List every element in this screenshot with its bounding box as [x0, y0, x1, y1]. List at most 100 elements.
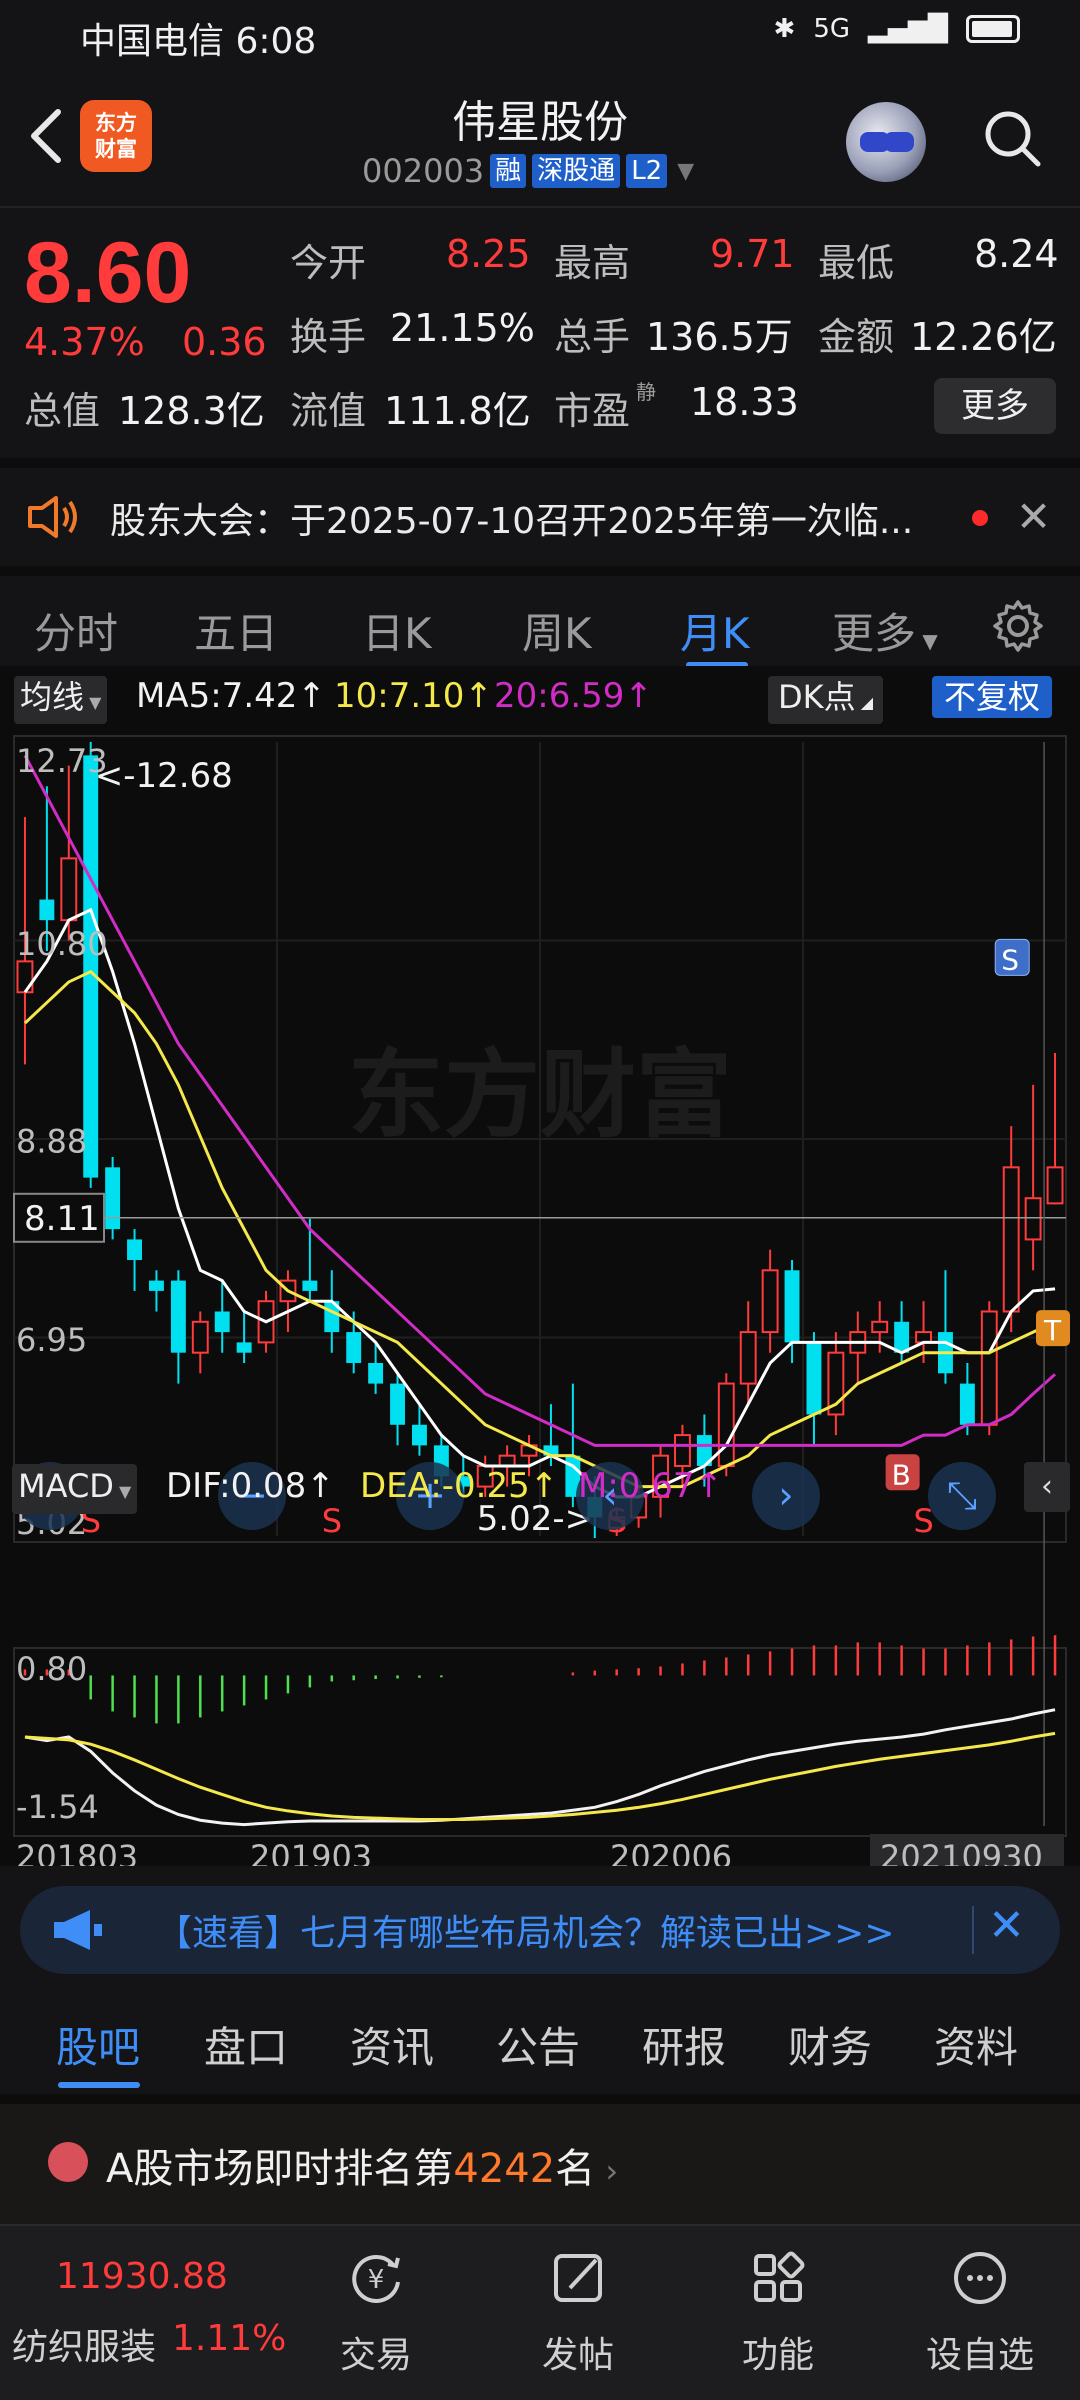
kline-chart-area[interactable]: 均线 ▼ MA5:7.42↑ 10:7.10↑ 20:6.59↑ DK点 ◢ 不… [0, 666, 1080, 1866]
candle-body-down [412, 1424, 427, 1446]
nav-add-watchlist-label: 设自选 [925, 2335, 1034, 2376]
candle-body-down [127, 1239, 142, 1261]
candle-body-down [83, 755, 99, 1178]
sector-change-pct: 1.11% [172, 2318, 287, 2359]
stock-code-row[interactable]: 002003 融 深股通 L2 ▼ [362, 152, 694, 190]
x-axis-label: 201903 [250, 1838, 372, 1866]
edit-icon [554, 2254, 602, 2302]
candle-body-down [149, 1280, 164, 1291]
banner-text: 【速看】七月有哪些布局机会？解读已出>>> [156, 1913, 895, 1954]
collapse-chevron-icon[interactable]: ‹ [1024, 1462, 1070, 1512]
grid-icon [754, 2251, 805, 2302]
nav-trade-label: 交易 [339, 2335, 412, 2376]
float-cap-label: 流值 [290, 389, 367, 433]
open-value: 8.25 [446, 232, 531, 276]
rank-text: A股市场即时排名第4242名 › [106, 2136, 618, 2194]
stock-code: 002003 [362, 152, 485, 190]
candle-body-up [915, 1331, 932, 1344]
nav-function-button[interactable]: 功能 [708, 2246, 848, 2378]
caret-down-icon: ▼ [113, 1482, 132, 1501]
watermark-text: 东方财富 [348, 1039, 732, 1151]
low-value: 8.24 [974, 232, 1059, 276]
tab-guba[interactable]: 股吧 [56, 2014, 140, 2075]
tab-pankou[interactable]: 盘口 [204, 2014, 288, 2075]
candle-body-up [60, 857, 78, 922]
close-icon[interactable]: ✕ [1016, 492, 1051, 541]
buy-badge-label: B [892, 1458, 911, 1491]
tag-margin: 融 [490, 154, 527, 188]
amount-label: 金额 [818, 315, 895, 359]
candle-body-up [498, 1454, 516, 1467]
tab-more[interactable]: 更多 ▼ [832, 600, 938, 661]
close-icon[interactable]: ✕ [988, 1900, 1025, 1951]
high-price-marker: <-12.68 [95, 756, 233, 796]
candle-body-down [390, 1383, 405, 1425]
rank-chart-icon [48, 2142, 88, 2182]
tab-profile[interactable]: 资料 [934, 2014, 1018, 2075]
candle-body-up [761, 1269, 779, 1334]
macd-mode-dropdown[interactable]: MACD ▼ [12, 1464, 138, 1514]
volume-value: 136.5万 [646, 315, 793, 359]
pe-value: 18.33 [690, 380, 799, 424]
crosshair-price-label: 8.11 [24, 1199, 100, 1239]
tab-intraday[interactable]: 分时 [34, 600, 118, 661]
gear-icon[interactable] [990, 598, 1046, 654]
sector-index-button[interactable]: 11930.88 纺织服装 1.11% [0, 2226, 290, 2400]
float-cap-value: 111.8亿 [384, 389, 531, 433]
price-axis-label: 8.88 [16, 1122, 87, 1160]
candle-body-down [959, 1383, 975, 1425]
volume-label: 总手 [554, 315, 631, 359]
notice-text: 股东大会：于2025-07-10召开2025年第一次临... [110, 501, 914, 542]
market-cap-value: 128.3亿 [118, 389, 265, 433]
candle-body-up [717, 1382, 735, 1467]
tab-daily-k[interactable]: 日K [362, 600, 432, 661]
bottom-nav: 11930.88 纺织服装 1.11% ¥ 交易 发帖 功能 设自选 [0, 2224, 1080, 2400]
candle-body-down [368, 1362, 384, 1384]
search-icon[interactable] [980, 106, 1044, 170]
sector-index-value: 11930.88 [56, 2256, 228, 2297]
tab-news[interactable]: 资讯 [350, 2014, 434, 2075]
tab-announcements[interactable]: 公告 [496, 2014, 580, 2075]
robot-assistant-icon[interactable] [846, 102, 926, 182]
tab-five-day[interactable]: 五日 [194, 600, 278, 661]
rank-row[interactable]: A股市场即时排名第4242名 › [0, 2094, 1080, 2224]
macd-panel-frame [13, 1647, 1067, 1837]
no-adjust-button[interactable]: 不复权 [932, 676, 1053, 718]
network-5g-label: 5G [813, 14, 851, 44]
speaker-icon [28, 496, 77, 538]
change-percent: 4.37% [24, 320, 145, 364]
candle-body-down [806, 1342, 822, 1415]
tag-l2: L2 [626, 154, 668, 188]
dk-point-button[interactable]: DK点 ◢ [768, 676, 884, 724]
nav-post-button[interactable]: 发帖 [508, 2246, 648, 2378]
ma-mode-dropdown[interactable]: 均线 ▼ [14, 676, 108, 724]
kline-svg[interactable]: 东方财富12.7310.808.886.955.028.11<-12.685.0… [0, 728, 1080, 1866]
candle-body-up [1002, 1166, 1020, 1313]
dea-line [24, 1731, 1056, 1822]
corner-triangle-icon: ◢ [855, 693, 874, 712]
banner-divider [972, 1906, 974, 1954]
nav-add-watchlist-button[interactable]: 设自选 [910, 2246, 1050, 2378]
tab-weekly-k[interactable]: 周K [522, 600, 592, 661]
unread-dot [972, 510, 988, 526]
active-tab-indicator [58, 2082, 140, 2088]
m-legend: M:0.67↑ [578, 1466, 723, 1506]
sell-signal-marker: S [322, 1502, 342, 1540]
candle-body-up [674, 1434, 691, 1467]
promo-banner[interactable]: 【速看】七月有哪些布局机会？解读已出>>> ✕ [20, 1886, 1060, 1974]
notice-bar[interactable]: 股东大会：于2025-07-10召开2025年第一次临... ✕ [0, 458, 1080, 558]
price-axis-label: 6.95 [16, 1321, 87, 1359]
chevron-right-icon: › [595, 2152, 619, 2190]
tab-monthly-k[interactable]: 月K [680, 600, 750, 661]
status-icons: ✱ 5G ▂▄▆█ [774, 14, 1020, 44]
ma20-legend: 20:6.59↑ [494, 676, 653, 716]
more-quote-button[interactable]: 更多 [934, 378, 1056, 434]
open-label: 今开 [290, 241, 367, 285]
candle-body-up [1024, 1197, 1042, 1241]
candle-body-down [105, 1167, 121, 1230]
nav-trade-button[interactable]: ¥ 交易 [306, 2246, 446, 2378]
info-tabs: 股吧 盘口 资讯 公告 研报 财务 资料 [0, 1990, 1080, 2094]
tab-research[interactable]: 研报 [642, 2014, 726, 2075]
dea-legend: DEA:-0.25↑ [360, 1466, 559, 1506]
tab-finance[interactable]: 财务 [788, 2014, 872, 2075]
